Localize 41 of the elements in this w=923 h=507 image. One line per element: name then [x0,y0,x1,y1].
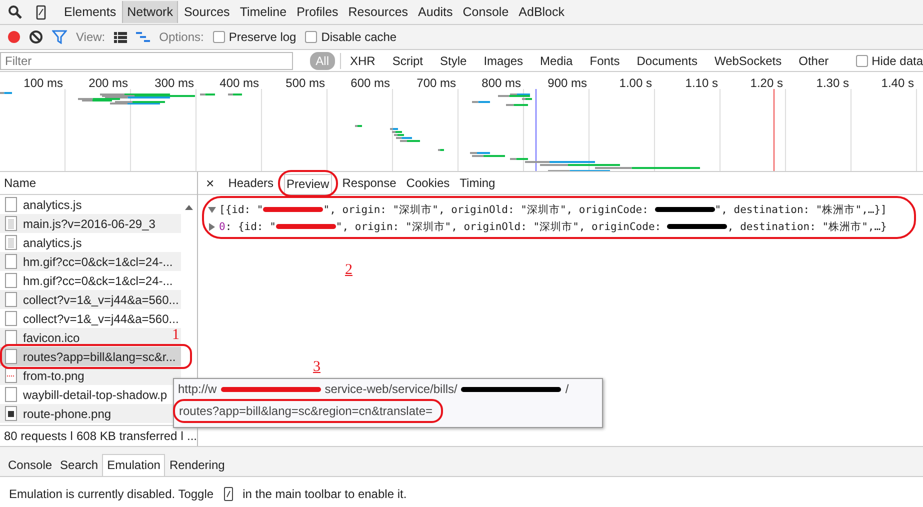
request-summary: 80 requests ǀ 608 KB transferred ǀ ... [4,429,198,443]
checkbox-label: Disable cache [321,30,397,44]
tick-label: 1.00 s [618,76,652,90]
tick-label: 700 ms [416,76,456,90]
tick-label: 1.10 s [684,76,718,90]
tooltip-text: routes?app=bill&lang=sc&region=cn&translate= [179,403,433,419]
tick-label: 300 ms [154,76,194,90]
tick-label: 400 ms [218,76,259,90]
tick-label: 1.40 s [880,76,914,90]
request-name: hm.gif?cc=0&ck=1&cl=24-... [23,254,173,268]
tick-label: 800 ms [480,76,521,90]
checkbox-label: Hide data [872,54,923,68]
options-label: Options: [159,30,204,44]
request-name: analytics.js [23,236,82,250]
request-name: favicon.ico [23,330,80,344]
request-name: hm.gif?cc=0&ck=1&cl=24-... [23,274,173,288]
annotation-number: 1 [172,327,180,344]
tick-label: 600 ms [350,76,390,90]
tick-label: 1.20 s [749,76,783,90]
emulation-message: Emulation is currently disabled. Toggle [9,487,214,501]
request-name: waybill-detail-top-shadow.p [23,388,168,402]
emulation-message: in the main toolbar to enable it. [242,487,407,501]
json-preview-line: 0: {id: " ", origin: "深圳市", originOld: "深圳市", originCode: , destination: "株洲市",…} [219,220,887,234]
view-label: View: [76,30,106,44]
annotation-number: 2 [345,262,352,279]
tick-label: 500 ms [284,76,325,90]
request-name: routes?app=bill&lang=sc&r... [23,350,176,364]
tooltip-text: http://w service-web/service/bills/ / [178,381,569,397]
tick-label: 100 ms [22,76,63,90]
tick-label: 200 ms [88,76,128,90]
tick-label: 900 ms [546,76,587,90]
tick-label: 1.30 s [815,76,849,90]
annotation-number: 3 [313,359,320,376]
request-name: analytics.js [23,198,82,212]
request-name: collect?v=1&_v=j44&a=560... [23,312,179,326]
request-name: route-phone.png [23,406,112,420]
request-name: collect?v=1&_v=j44&a=560... [23,292,179,306]
checkbox-label: Preserve log [228,30,296,44]
json-preview-line: [{id: " ", origin: "深圳市", originOld: "深圳市", originCode: ", destination: "株洲市",…}] [219,202,887,216]
request-name: from-to.png [23,368,84,382]
request-name: main.js?v=2016-06-29_3 [23,216,156,230]
